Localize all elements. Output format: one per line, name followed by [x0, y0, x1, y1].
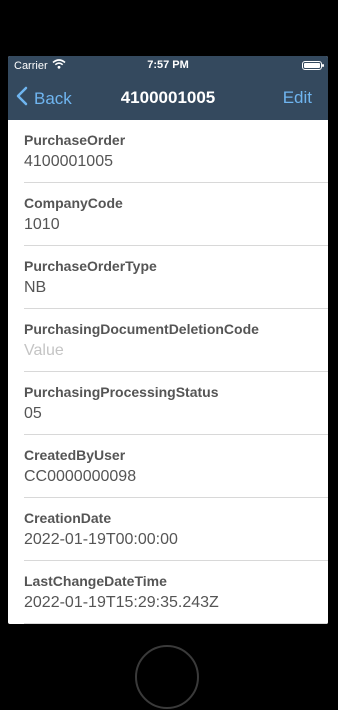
- field-value: 2022-01-19T00:00:00: [24, 531, 178, 548]
- navigation-bar: Back 4100001005 Edit: [8, 76, 328, 120]
- detail-list: PurchaseOrder 4100001005 CompanyCode 101…: [8, 120, 328, 624]
- home-button[interactable]: [135, 645, 199, 709]
- field-row-deletion-code[interactable]: PurchasingDocumentDeletionCode Value: [24, 309, 328, 372]
- field-label: PurchasingProcessingStatus: [24, 384, 219, 400]
- field-row-creation-date[interactable]: CreationDate 2022-01-19T00:00:00: [24, 498, 328, 561]
- status-bar: Carrier 7:57 PM: [8, 56, 328, 76]
- field-value-placeholder: Value: [24, 342, 64, 359]
- edit-button[interactable]: Edit: [283, 88, 312, 108]
- battery-icon: [302, 61, 324, 70]
- field-label: CreationDate: [24, 510, 112, 526]
- field-value: CC0000000098: [24, 468, 137, 485]
- field-label: PurchasingDocumentDeletionCode: [24, 321, 259, 337]
- field-value: 4100001005: [24, 153, 113, 170]
- field-row-processing-status[interactable]: PurchasingProcessingStatus 05: [24, 372, 328, 435]
- field-label: PurchaseOrderType: [24, 258, 157, 274]
- phone-screen: Carrier 7:57 PM Back 4100001005 Edit Pur…: [8, 56, 328, 624]
- page-title: 4100001005: [120, 88, 216, 107]
- field-label: CompanyCode: [24, 195, 123, 211]
- field-value: 1010: [24, 216, 60, 233]
- field-row-created-by-user[interactable]: CreatedByUser CC0000000098: [24, 435, 328, 498]
- field-value: NB: [24, 279, 47, 296]
- field-value: 2022-01-19T15:29:35.243Z: [24, 594, 219, 611]
- field-value: 05: [24, 405, 42, 422]
- field-row-purchase-order-type[interactable]: PurchaseOrderType NB: [24, 246, 328, 309]
- field-label: PurchaseOrder: [24, 132, 126, 148]
- status-time: 7:57 PM: [147, 59, 189, 71]
- field-row-last-change-date-time[interactable]: LastChangeDateTime 2022-01-19T15:29:35.2…: [24, 561, 328, 624]
- field-row-company-code[interactable]: CompanyCode 1010: [24, 183, 328, 246]
- field-label: CreatedByUser: [24, 447, 126, 463]
- device-frame: Carrier 7:57 PM Back 4100001005 Edit Pur…: [0, 0, 338, 710]
- field-row-purchase-order[interactable]: PurchaseOrder 4100001005: [24, 120, 328, 183]
- field-label: LastChangeDateTime: [24, 573, 167, 589]
